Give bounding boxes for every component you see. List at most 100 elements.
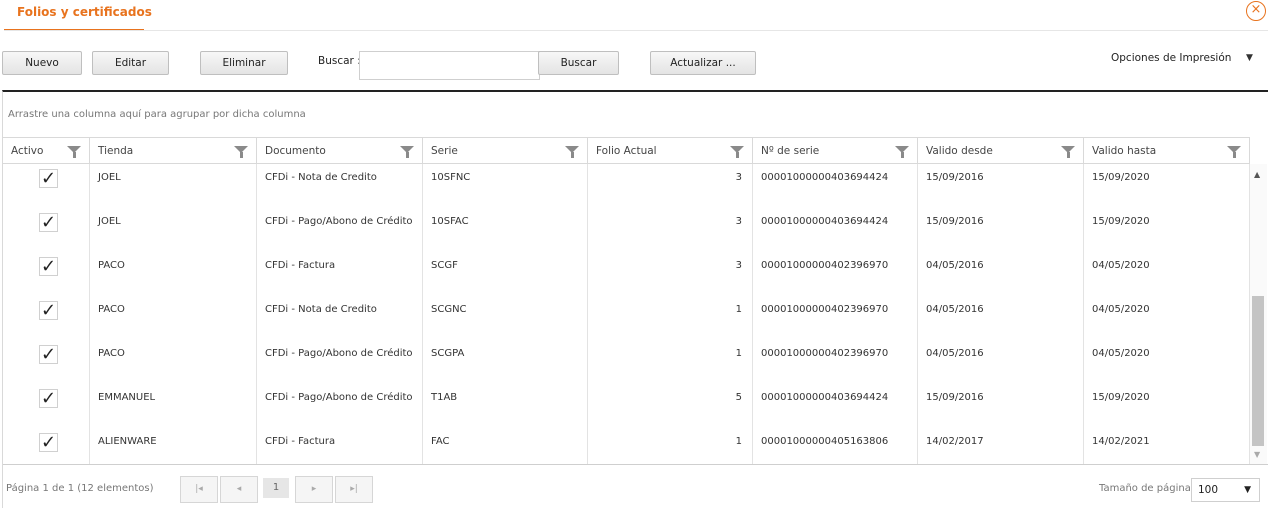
cell-folio-actual: 3 [588,164,753,207]
cell-tienda: EMMANUEL [90,383,257,427]
cell-documento: CFDi - Nota de Credito [257,295,423,339]
column-header-activo[interactable]: Activo [3,138,90,164]
cell-folio-actual: 1 [588,339,753,383]
column-label: Tienda [98,145,134,157]
cell-valido-hasta: 14/02/2021 [1084,427,1250,464]
cell-activo: ✓ [3,207,90,251]
delete-button[interactable]: Eliminar [200,51,288,75]
cell-documento: CFDi - Nota de Credito [257,164,423,207]
cell-serie: SCGF [423,251,588,295]
scroll-up-icon[interactable]: ▲ [1254,170,1260,179]
page-number-1[interactable]: 1 [263,478,289,498]
column-header-no-serie[interactable]: Nº de serie [753,138,918,164]
column-label: Valido desde [926,145,993,157]
last-page-button[interactable]: ▸| [335,476,373,503]
cell-activo: ✓ [3,427,90,464]
cell-valido-desde: 04/05/2016 [918,339,1084,383]
refresh-button[interactable]: Actualizar ... [650,51,756,75]
cell-documento: CFDi - Pago/Abono de Crédito [257,383,423,427]
chevron-down-icon[interactable]: ▼ [1246,53,1253,63]
column-label: Serie [431,145,458,157]
active-checkbox[interactable]: ✓ [39,389,58,408]
page-size-select[interactable]: 100 ▼ [1191,478,1260,502]
cell-folio-actual: 3 [588,207,753,251]
cell-documento: CFDi - Factura [257,251,423,295]
search-button[interactable]: Buscar [538,51,619,75]
new-button[interactable]: Nuevo [2,51,82,75]
cell-no-serie: 00001000000403694424 [753,383,918,427]
cell-valido-desde: 15/09/2016 [918,207,1084,251]
cell-tienda: PACO [90,251,257,295]
cell-activo: ✓ [3,295,90,339]
cell-serie: 10SFNC [423,164,588,207]
cell-tienda: PACO [90,339,257,383]
table-row[interactable]: ✓ PACO CFDi - Nota de Credito SCGNC 1 0000100… [3,295,1250,339]
filter-icon[interactable] [895,146,909,158]
column-label: Documento [265,145,326,157]
tab-folios[interactable]: Folios y certificados [17,5,152,19]
column-header-tienda[interactable]: Tienda [90,138,257,164]
table-row[interactable]: ✓ JOEL CFDi - Nota de Credito 10SFNC 3 000010… [3,164,1250,207]
scroll-down-icon[interactable]: ▼ [1254,450,1260,459]
cell-folio-actual: 1 [588,295,753,339]
active-checkbox[interactable]: ✓ [39,169,58,188]
active-checkbox[interactable]: ✓ [39,433,58,452]
prev-page-button[interactable]: ◂ [220,476,258,503]
filter-icon[interactable] [67,146,81,158]
cell-serie: T1AB [423,383,588,427]
cell-no-serie: 00001000000405163806 [753,427,918,464]
page-size-value: 100 [1198,484,1219,496]
print-options-menu[interactable]: Opciones de Impresión [1111,52,1231,64]
column-header-documento[interactable]: Documento [257,138,423,164]
cell-no-serie: 00001000000402396970 [753,251,918,295]
cell-activo: ✓ [3,383,90,427]
table-row[interactable]: ✓ JOEL CFDi - Pago/Abono de Crédito 10SFAC 3… [3,207,1250,251]
active-checkbox[interactable]: ✓ [39,345,58,364]
group-panel-hint[interactable]: Arrastre una columna aquí para agrupar p… [8,109,306,120]
column-header-serie[interactable]: Serie [423,138,588,164]
cell-valido-hasta: 04/05/2020 [1084,251,1250,295]
tab-divider [4,30,1268,31]
cell-activo: ✓ [3,251,90,295]
cell-activo: ✓ [3,339,90,383]
active-checkbox[interactable]: ✓ [39,213,58,232]
cell-valido-hasta: 15/09/2020 [1084,164,1250,207]
grid-header: Activo Tienda Documento Serie Folio Actu… [3,137,1250,164]
edit-button[interactable]: Editar [92,51,169,75]
filter-icon[interactable] [565,146,579,158]
next-page-button[interactable]: ▸ [295,476,333,503]
cell-valido-desde: 14/02/2017 [918,427,1084,464]
table-row[interactable]: ✓ PACO CFDi - Factura SCGF 3 0000100000040239… [3,251,1250,295]
table-row[interactable]: ✓ EMMANUEL CFDi - Pago/Abono de Crédito T1A… [3,383,1250,427]
page-size-label: Tamaño de página: [1099,483,1195,494]
grid-footer-divider [3,464,1268,465]
cell-no-serie: 00001000000403694424 [753,207,918,251]
column-header-folio-actual[interactable]: Folio Actual [588,138,753,164]
table-row[interactable]: ✓ ALIENWARE CFDi - Factura FAC 1 000010000004… [3,427,1250,464]
cell-valido-hasta: 04/05/2020 [1084,295,1250,339]
cell-tienda: JOEL [90,207,257,251]
table-row[interactable]: ✓ PACO CFDi - Pago/Abono de Crédito SCGPA 1 0… [3,339,1250,383]
cell-tienda: JOEL [90,164,257,207]
cell-documento: CFDi - Factura [257,427,423,464]
cell-documento: CFDi - Pago/Abono de Crédito [257,207,423,251]
active-checkbox[interactable]: ✓ [39,301,58,320]
scrollbar-thumb[interactable] [1252,296,1264,446]
active-checkbox[interactable]: ✓ [39,257,58,276]
pager-summary: Página 1 de 1 (12 elementos) [6,483,154,494]
first-page-button[interactable]: |◂ [180,476,218,503]
column-header-valido-desde[interactable]: Valido desde [918,138,1084,164]
filter-icon[interactable] [730,146,744,158]
close-icon[interactable]: × [1246,1,1266,21]
column-header-valido-hasta[interactable]: Valido hasta [1084,138,1250,164]
search-input[interactable] [359,51,540,80]
cell-valido-hasta: 15/09/2020 [1084,207,1250,251]
filter-icon[interactable] [1061,146,1075,158]
cell-no-serie: 00001000000403694424 [753,164,918,207]
filter-icon[interactable] [1227,146,1241,158]
cell-serie: FAC [423,427,588,464]
filter-icon[interactable] [400,146,414,158]
filter-icon[interactable] [234,146,248,158]
cell-activo: ✓ [3,164,90,207]
column-label: Folio Actual [596,145,657,157]
